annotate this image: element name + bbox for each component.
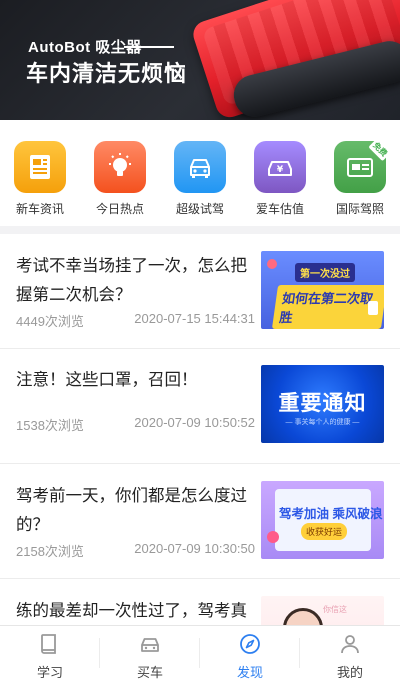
banner-brand-line <box>124 46 174 48</box>
news-date: 2020-07-09 10:50:52 <box>134 415 255 430</box>
news-views: 2158次浏览 <box>16 544 84 559</box>
svg-text:¥: ¥ <box>277 165 284 175</box>
quick-item-test-drive[interactable]: 超级试驾 <box>160 120 240 226</box>
promo-banner[interactable]: AutoBot 吸尘器 车内清洁无烦恼 <box>0 0 400 120</box>
thumb-text: 驾考加油 乘风破浪 <box>279 507 383 521</box>
news-title: 驾考前一天，你们都是怎么度过的？ <box>16 487 247 534</box>
tab-buy-car[interactable]: 买车 <box>100 626 200 685</box>
tab-label: 我的 <box>336 665 363 680</box>
tab-label: 学习 <box>36 665 63 680</box>
bottom-tab-bar: 学习 买车 发现 我的 <box>0 625 400 685</box>
car-valuation-icon: ¥ <box>254 141 306 193</box>
news-item[interactable]: 驾考前一天，你们都是怎么度过的？ 2158次浏览 2020-07-09 10:3… <box>0 464 400 579</box>
quick-item-hot-today[interactable]: 今日热点 <box>80 120 160 226</box>
quick-icon-row: 新车资讯 今日热点 超级试驾 ¥ 爱车估值 免费 国际驾照 <box>0 120 400 226</box>
quick-item-label: 今日热点 <box>95 202 144 216</box>
quick-item-new-car-news[interactable]: 新车资讯 <box>0 120 80 226</box>
quick-item-intl-license[interactable]: 免费 国际驾照 <box>320 120 400 226</box>
compass-icon <box>240 634 260 654</box>
news-title: 练的最差却一次性过了，驾考真 <box>16 602 247 620</box>
user-icon <box>341 635 359 654</box>
license-card-icon: 免费 <box>334 137 392 193</box>
quick-item-label: 新车资讯 <box>15 202 64 216</box>
tab-label: 买车 <box>136 665 163 680</box>
quick-item-car-valuation[interactable]: ¥ 爱车估值 <box>240 120 320 226</box>
tab-study[interactable]: 学习 <box>0 626 100 685</box>
news-thumbnail: 重要通知 — 事关每个人的健康 — <box>261 365 384 443</box>
thumb-text: 收获好运 <box>301 523 348 540</box>
decor-card <box>368 301 378 315</box>
quick-item-label: 超级试驾 <box>175 202 224 216</box>
news-views: 1538次浏览 <box>16 418 84 433</box>
thumb-text: 你信这 <box>323 605 347 614</box>
thumb-text: 重要通知 <box>278 392 367 415</box>
news-title: 考试不幸当场挂了一次，怎么把握第二次机会？ <box>16 257 247 304</box>
news-item[interactable]: 注意！这些口罩，召回！ 1538次浏览 2020-07-09 10:50:52 … <box>0 349 400 464</box>
news-views: 4449次浏览 <box>16 314 84 329</box>
heart-icon <box>267 531 279 543</box>
car-icon <box>141 638 159 652</box>
news-list: 考试不幸当场挂了一次，怎么把握第二次机会？ 4449次浏览 2020-07-15… <box>0 234 400 685</box>
book-icon <box>41 634 56 654</box>
news-thumbnail: 驾考加油 乘风破浪 收获好运 <box>261 481 384 559</box>
decor-dot <box>267 259 277 269</box>
news-item[interactable]: 考试不幸当场挂了一次，怎么把握第二次机会？ 4449次浏览 2020-07-15… <box>0 234 400 349</box>
news-date: 2020-07-09 10:30:50 <box>134 541 255 556</box>
tab-mine[interactable]: 我的 <box>300 626 400 685</box>
car-front-icon <box>174 141 226 193</box>
news-date: 2020-07-15 15:44:31 <box>134 311 255 326</box>
news-document-icon <box>14 141 66 193</box>
news-title: 注意！这些口罩，召回！ <box>16 371 198 389</box>
thumb-text: 第一次没过 <box>295 263 355 282</box>
lightbulb-icon <box>94 141 146 193</box>
tab-discover[interactable]: 发现 <box>200 626 300 685</box>
section-divider <box>0 226 400 234</box>
news-thumbnail: 第一次没过 如何在第二次取胜 <box>261 251 384 329</box>
tab-label: 发现 <box>236 665 263 680</box>
quick-item-label: 爱车估值 <box>255 202 304 216</box>
banner-headline: 车内清洁无烦恼 <box>26 61 188 86</box>
thumb-text: — 事关每个人的健康 — <box>285 419 360 426</box>
quick-item-label: 国际驾照 <box>335 202 384 216</box>
